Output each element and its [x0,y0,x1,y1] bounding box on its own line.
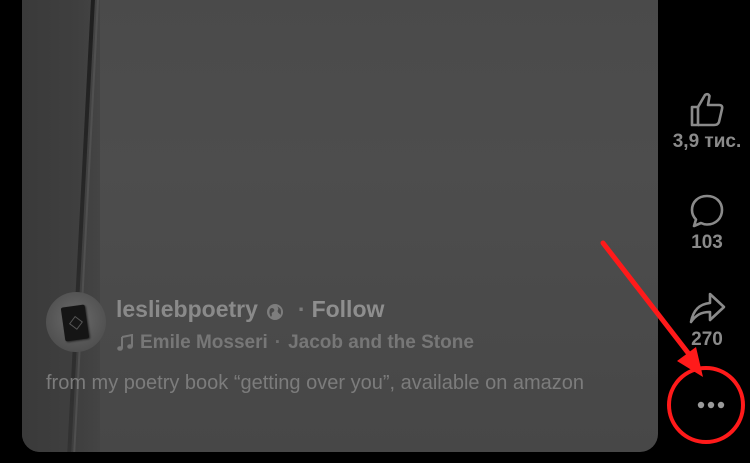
author-line: lesliebpoetry · Follow [116,292,616,326]
post-caption[interactable]: from my poetry book “getting over you”, … [46,368,606,398]
like-button[interactable]: 3,9 тис. [664,91,750,153]
reel-screen: lesliebpoetry · Follow Emile Mosseri · J… [0,0,750,463]
author-meta: lesliebpoetry · Follow Emile Mosseri · J… [116,292,616,358]
music-separator: · [274,332,282,353]
author-username[interactable]: lesliebpoetry [116,296,258,323]
share-count: 270 [691,329,723,350]
globe-icon [266,300,284,320]
comment-bubble-icon [690,194,724,228]
music-track: Jacob and the Stone [288,332,474,353]
author-row: lesliebpoetry · Follow Emile Mosseri · J… [46,292,474,353]
music-artist: Emile Mosseri [140,332,268,353]
avatar[interactable] [46,292,106,352]
follow-button[interactable]: Follow [312,296,385,323]
like-count: 3,9 тис. [672,131,742,152]
thumbs-up-icon [690,92,724,127]
music-note-icon [116,333,134,352]
share-button[interactable]: 270 [664,289,750,351]
annotation-highlight-circle [667,366,745,444]
avatar-book-image [60,304,90,342]
comment-button[interactable]: 103 [664,192,750,254]
comment-count: 103 [691,232,723,253]
music-line[interactable]: Emile Mosseri · Jacob and the Stone [116,328,616,358]
author-separator: · [297,295,306,322]
share-arrow-icon [689,292,726,324]
